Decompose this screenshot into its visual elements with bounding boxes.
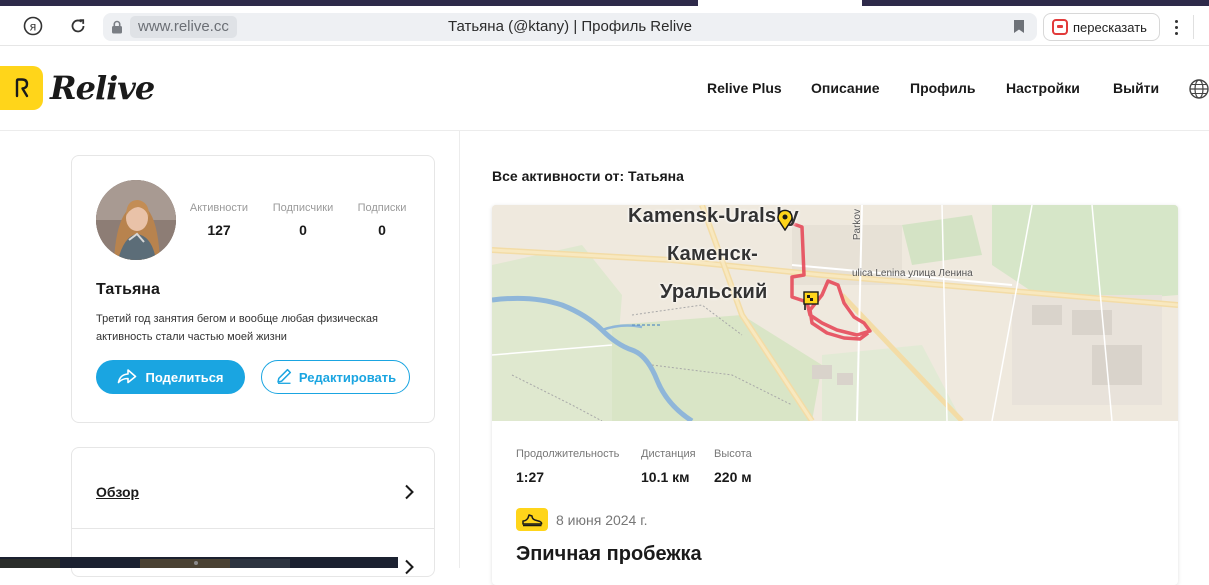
sneaker-icon (516, 508, 548, 531)
profile-bio: Третий год занятия бегом и вообще любая … (96, 313, 378, 343)
metric-elevation: Высота 220 м (714, 448, 752, 485)
metric-label: Высота (714, 448, 752, 460)
metric-label: Продолжительность (516, 448, 620, 460)
nav-relive-plus[interactable]: Relive Plus (707, 80, 782, 96)
yandex-icon[interactable]: я (21, 14, 45, 38)
map-label-city-ru-2: Уральский (660, 281, 768, 303)
logo-wordmark[interactable]: Relive (50, 69, 155, 107)
map-label-street: ulica Lenina улица Ленина (852, 268, 973, 279)
share-icon (117, 368, 137, 387)
stat-value: 0 (378, 222, 386, 238)
profile-card: Активности 127 Подписчики 0 Подписки 0 Т… (71, 155, 435, 423)
retell-label: пересказать (1073, 19, 1147, 35)
share-button[interactable]: Поделиться (96, 360, 245, 394)
stat-label: Подписки (357, 202, 407, 214)
map-label-city-latin: Kamensk-Uralsky (628, 205, 799, 227)
metric-value: 220 м (714, 469, 752, 485)
profile-name: Татьяна (96, 281, 160, 298)
stat-label: Активности (189, 202, 249, 214)
start-pin-icon (776, 209, 794, 236)
bookmark-icon[interactable] (1013, 19, 1025, 39)
menu-item-overview[interactable]: Обзор (72, 448, 434, 529)
nav-settings[interactable]: Настройки (1006, 80, 1080, 96)
share-label: Поделиться (145, 369, 224, 385)
activity-date: 8 июня 2024 г. (556, 512, 648, 528)
logo-badge[interactable] (0, 66, 43, 110)
finish-flag-icon (803, 291, 819, 316)
video-preview[interactable] (0, 557, 398, 568)
page-title: Татьяна (@ktany) | Профиль Relive (447, 18, 692, 35)
nav-logout[interactable]: Выйти (1113, 80, 1159, 96)
metric-duration: Продолжительность 1:27 (516, 448, 619, 485)
nav-description[interactable]: Описание (811, 80, 880, 96)
edit-profile-button[interactable]: Редактировать (261, 360, 410, 394)
chevron-right-icon (404, 484, 414, 505)
address-bar[interactable]: www.relive.cc Татьяна (@ktany) | Профиль… (103, 13, 1037, 41)
toolbar-divider (1193, 15, 1194, 39)
nav-profile[interactable]: Профиль (910, 80, 976, 96)
stat-followers[interactable]: Подписчики 0 (268, 202, 338, 238)
svg-text:я: я (30, 20, 37, 34)
menu-item-next[interactable] (72, 529, 434, 576)
activity-map[interactable]: Kamensk-Uralsky Каменск- Уральский ulica… (492, 205, 1178, 424)
edit-label: Редактировать (298, 369, 397, 385)
stat-following[interactable]: Подписки 0 (353, 202, 411, 238)
metric-label: Дистанция (641, 448, 696, 460)
stat-label: Подписчики (272, 202, 334, 214)
metric-distance: Дистанция 10.1 км (641, 448, 696, 485)
stat-value: 127 (207, 222, 231, 238)
menu-item-label: Обзор (96, 484, 140, 500)
chevron-right-icon (404, 559, 414, 576)
browser-toolbar: я www.relive.cc Татьяна (@ktany) | Профи… (0, 6, 1209, 46)
pencil-icon (275, 367, 293, 388)
metric-value: 10.1 км (641, 469, 690, 485)
stat-activities[interactable]: Активности 127 (186, 202, 252, 238)
metric-value: 1:27 (516, 469, 545, 485)
menu-dots-icon[interactable] (1166, 14, 1186, 40)
retell-icon (1052, 19, 1068, 35)
site-header: Relive Relive Plus Описание Профиль Наст… (0, 47, 1209, 131)
reload-icon[interactable] (66, 14, 90, 38)
stat-value: 0 (299, 222, 307, 238)
globe-icon[interactable] (1188, 78, 1209, 100)
column-divider (459, 131, 460, 568)
avatar[interactable] (96, 180, 176, 260)
activity-title[interactable]: Эпичная пробежка (516, 543, 702, 566)
map-label-park: Parkov (852, 209, 863, 241)
map-label-city-ru-1: Каменск- (667, 243, 758, 265)
activity-card[interactable]: Kamensk-Uralsky Каменск- Уральский ulica… (492, 205, 1178, 585)
feed-title: Все активности от: Татьяна (492, 168, 684, 184)
retell-button[interactable]: пересказать (1043, 13, 1160, 41)
